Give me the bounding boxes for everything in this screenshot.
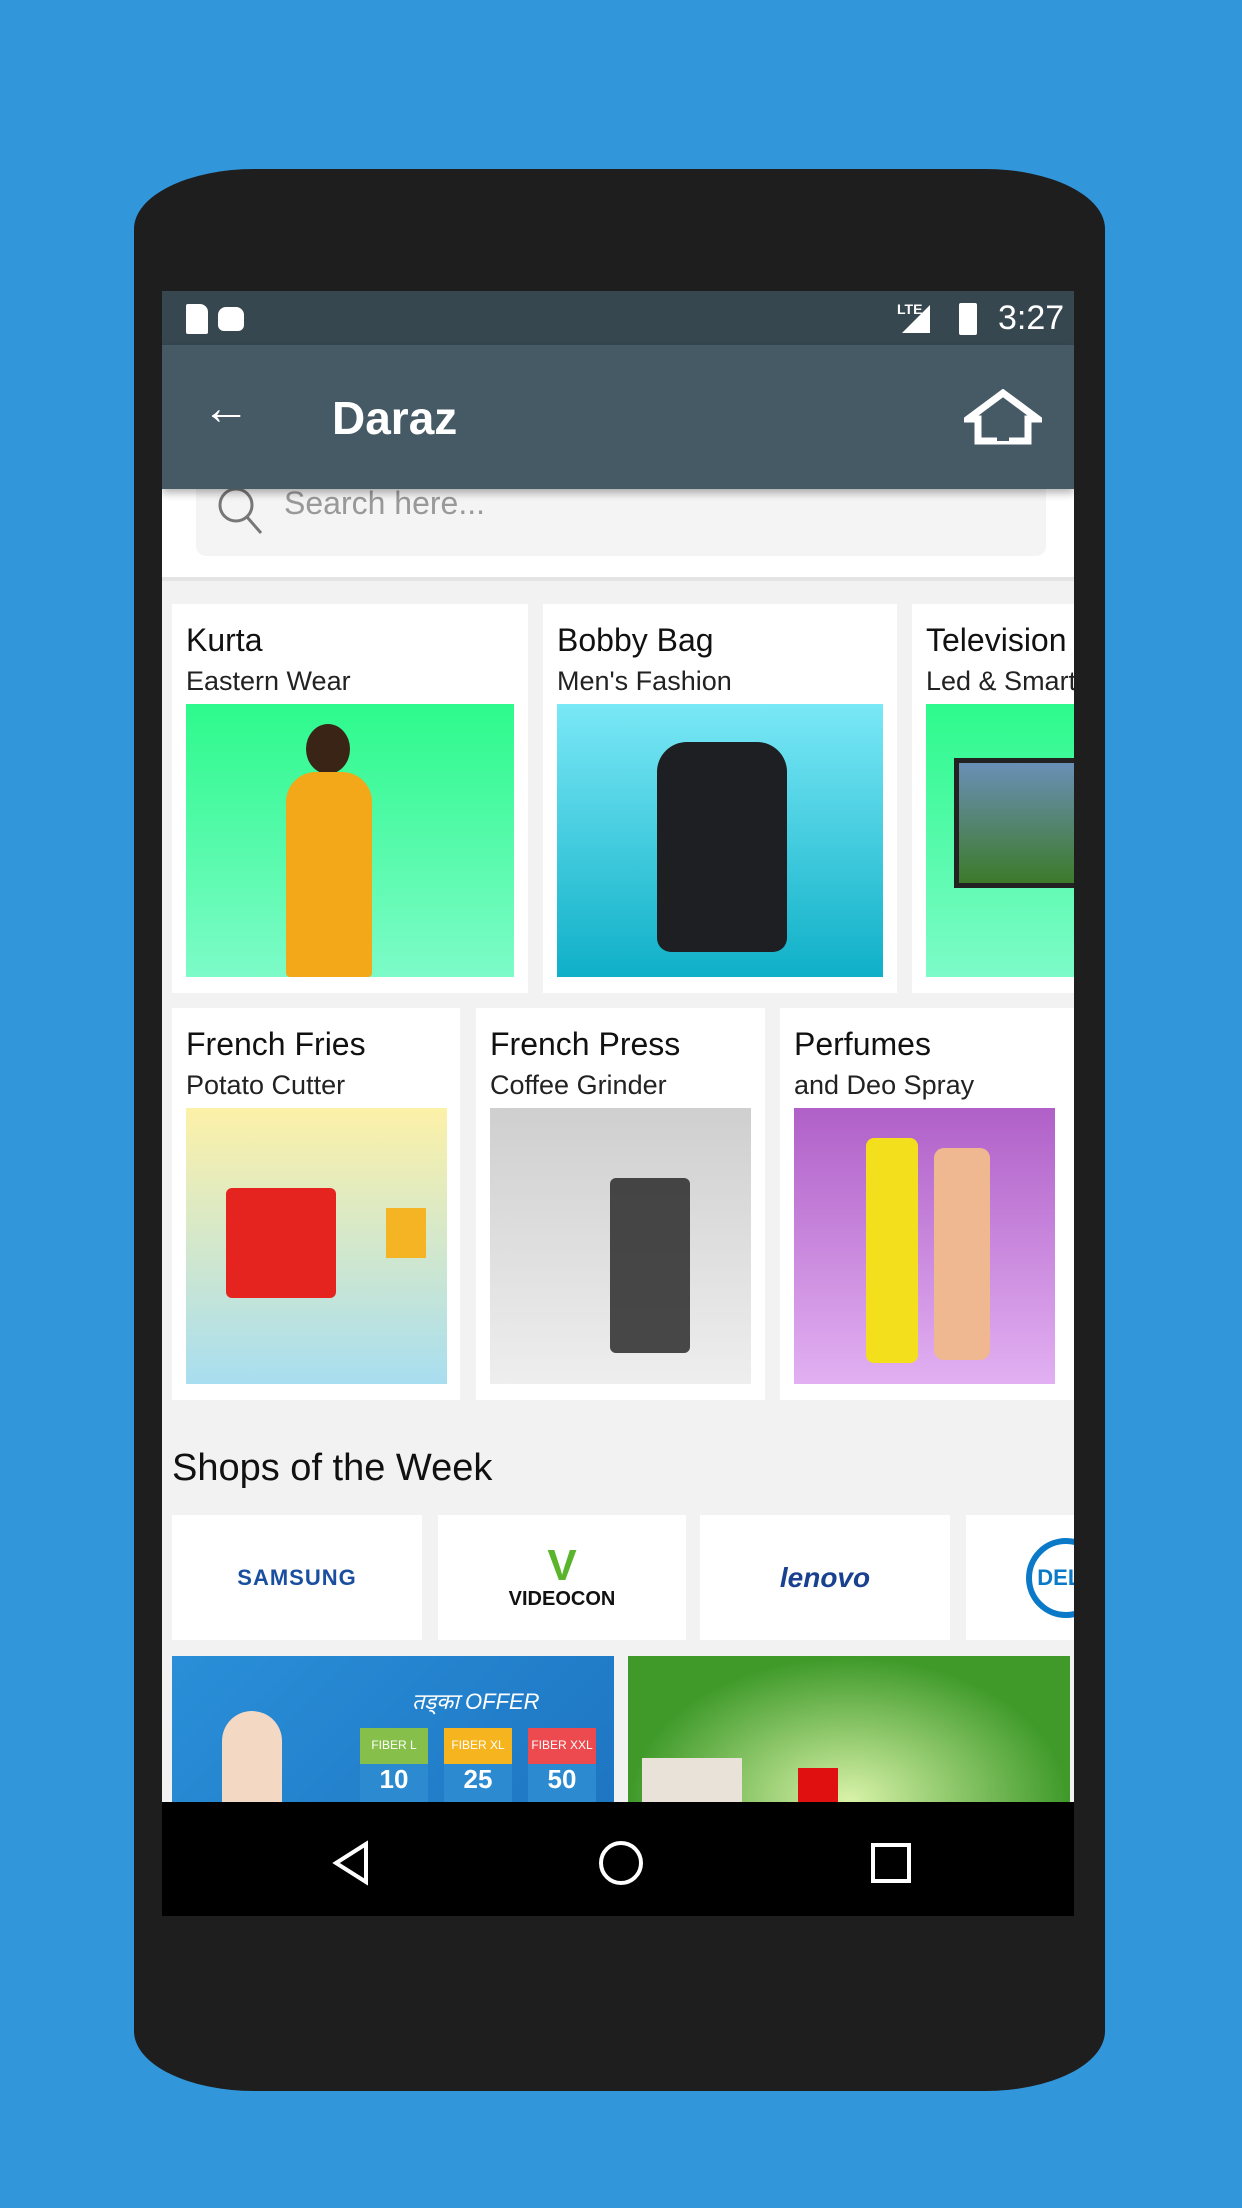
card-subtitle: and Deo Spray (794, 1070, 975, 1100)
battery-charging-icon (959, 303, 977, 335)
french-press-image (490, 1108, 751, 1384)
search-input[interactable]: Search here... (196, 485, 1046, 556)
app-screen: LTE 3:27 ← Daraz Search here... Kurta Ea… (162, 291, 1074, 1916)
chef-image (222, 1711, 282, 1816)
shop-samsung[interactable]: SAMSUNG (172, 1515, 422, 1640)
dell-logo: DELL (1026, 1537, 1074, 1618)
card-subtitle: Eastern Wear (186, 666, 351, 696)
shop-lenovo[interactable]: lenovo (700, 1515, 950, 1640)
videocon-logo-mark: V (547, 1541, 577, 1590)
card-title: Bobby Bag (557, 622, 714, 658)
card-subtitle: Coffee Grinder (490, 1070, 667, 1100)
recents-nav-icon[interactable] (870, 1842, 912, 1884)
card-subtitle: Potato Cutter (186, 1070, 346, 1100)
category-card-perfumes[interactable]: Perfumes and Deo Spray (780, 1008, 1074, 1400)
page-title: Daraz (332, 392, 458, 444)
category-card-bobby-bag[interactable]: Bobby Bag Men's Fashion (543, 604, 897, 993)
kurta-image (186, 704, 514, 977)
category-card-french-press[interactable]: French Press Coffee Grinder (476, 1008, 765, 1400)
card-title: Television (926, 622, 1067, 658)
home-icon[interactable] (964, 389, 1042, 445)
back-nav-icon[interactable] (330, 1840, 372, 1886)
card-title: Kurta (186, 622, 263, 658)
category-card-kurta[interactable]: Kurta Eastern Wear (172, 604, 528, 993)
videocon-logo: VIDEOCON (508, 1588, 616, 1610)
banner-leaves-promo[interactable] (628, 1656, 1070, 1816)
fries-cutter-image (186, 1108, 447, 1384)
television-image (926, 704, 1074, 977)
signal-icon (902, 305, 930, 333)
status-bar: LTE 3:27 (162, 291, 1074, 345)
search-placeholder: Search here... (284, 485, 485, 521)
backpack-image (557, 704, 883, 977)
sd-card-icon (186, 304, 208, 334)
toolbar: ← Daraz (162, 345, 1074, 489)
banner-fiber-offer[interactable]: तड्का OFFER FIBER L 10 FIBER XL 25 FIBER X… (172, 1656, 614, 1816)
perfume-image (794, 1108, 1055, 1384)
shops-heading: Shops of the Week (172, 1447, 493, 1489)
lenovo-logo: lenovo (779, 1561, 871, 1593)
offer-title: तड्का OFFER (412, 1689, 540, 1714)
card-title: French Fries (186, 1026, 366, 1062)
arrow-left-icon[interactable]: ← (202, 385, 250, 433)
clock: 3:27 (998, 299, 1065, 337)
navigation-bar (162, 1802, 1074, 1916)
card-subtitle: Men's Fashion (557, 666, 732, 696)
card-title: Perfumes (794, 1026, 931, 1062)
category-card-television[interactable]: Television Led & Smart (912, 604, 1074, 993)
android-icon (218, 307, 244, 331)
search-area: Search here... (162, 485, 1074, 581)
category-card-french-fries[interactable]: French Fries Potato Cutter (172, 1008, 460, 1400)
home-nav-icon[interactable] (598, 1840, 644, 1886)
search-icon (218, 487, 263, 534)
shop-videocon[interactable]: V VIDEOCON (438, 1515, 686, 1640)
samsung-logo: SAMSUNG (237, 1564, 357, 1590)
card-subtitle: Led & Smart (926, 666, 1074, 696)
shop-dell[interactable]: DELL (966, 1515, 1074, 1640)
card-title: French Press (490, 1026, 681, 1062)
